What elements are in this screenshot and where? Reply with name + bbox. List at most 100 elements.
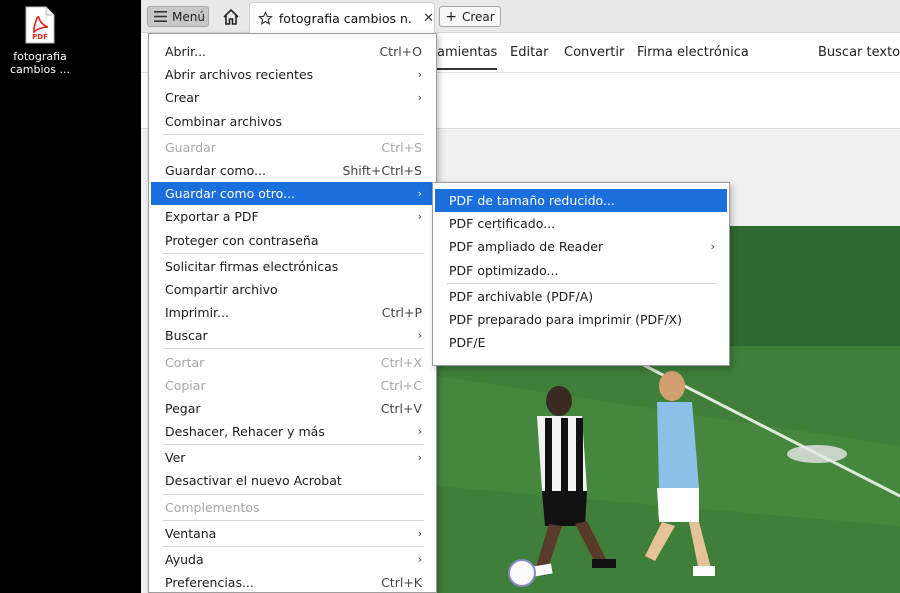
- menu-item-abrir-archivos-recientes[interactable]: Abrir archivos recientes ›: [149, 63, 436, 86]
- chevron-right-icon: ›: [417, 526, 422, 540]
- home-icon: [223, 8, 239, 25]
- menu-separator: [163, 348, 424, 350]
- menu-item-abrir[interactable]: Abrir... Ctrl+O: [149, 40, 436, 63]
- menu-item-label: Crear: [165, 90, 200, 106]
- pdf-badge: PDF: [32, 33, 48, 41]
- menu-item-exportar-a-pdf[interactable]: Exportar a PDF ›: [149, 205, 436, 228]
- create-button[interactable]: + Crear: [439, 6, 501, 27]
- menu-item-compartir-archivo[interactable]: Compartir archivo: [149, 278, 436, 301]
- create-button-label: Crear: [462, 9, 495, 24]
- menu-item-shortcut: Ctrl+S: [381, 139, 422, 155]
- menu-item-shortcut: Ctrl+P: [381, 305, 422, 321]
- menu-item-guardar-como-otro[interactable]: Guardar como otro... ›: [151, 182, 434, 206]
- menu-separator: [163, 444, 424, 446]
- menu-item-label: Pegar: [165, 400, 201, 416]
- menu-item-combinar-archivos[interactable]: Combinar archivos: [149, 110, 436, 133]
- menu-item-desactivar-el-nuevo-acrobat[interactable]: Desactivar el nuevo Acrobat: [149, 469, 436, 492]
- menu-item-label: Exportar a PDF: [165, 209, 259, 225]
- menu-item-shortcut: Ctrl+K: [381, 575, 422, 591]
- menu-item-crear[interactable]: Crear ›: [149, 86, 436, 109]
- hamburger-icon: [154, 11, 167, 22]
- menu-item-label: Compartir archivo: [165, 281, 278, 297]
- chevron-right-icon: ›: [417, 425, 422, 439]
- chevron-right-icon: ›: [417, 187, 422, 201]
- menu-item-label: Buscar: [165, 328, 208, 344]
- menu-item-label: PDF ampliado de Reader: [449, 239, 604, 255]
- menu-item-label: PDF optimizado...: [449, 262, 559, 278]
- toolbar-tab-convertir[interactable]: Convertir: [564, 45, 624, 60]
- menu-item-label: Ver: [165, 450, 186, 466]
- menu-separator: [163, 252, 424, 254]
- plus-icon: +: [445, 8, 457, 25]
- desktop-pdf-file[interactable]: PDF fotografia cambios ...: [8, 6, 72, 76]
- tab-bar: Menú fotografia cambios n... ✕ + Crear: [141, 0, 900, 33]
- menu-item-shortcut: Shift+Ctrl+S: [342, 163, 422, 179]
- chevron-right-icon: ›: [417, 553, 422, 567]
- menu-button[interactable]: Menú: [147, 6, 209, 27]
- menu-item-imprimir[interactable]: Imprimir... Ctrl+P: [149, 301, 436, 324]
- menu-item-label: Copiar: [165, 377, 206, 393]
- menu-item-shortcut: Ctrl+V: [380, 400, 422, 416]
- menu-item-pdf-archivable-pdf-a[interactable]: PDF archivable (PDF/A): [433, 285, 729, 308]
- menu-item-pdf-de-tamano-reducido[interactable]: PDF de tamaño reducido...: [435, 189, 727, 213]
- menu-item-complementos: Complementos: [149, 496, 436, 519]
- menu-item-ver[interactable]: Ver ›: [149, 446, 436, 469]
- menu-item-label: Cortar: [165, 354, 205, 370]
- menu-item-pdf-optimizado[interactable]: PDF optimizado...: [433, 259, 729, 282]
- desktop-file-label: fotografia cambios ...: [10, 50, 70, 76]
- menu-item-shortcut: Ctrl+O: [379, 44, 422, 60]
- star-icon[interactable]: [258, 10, 273, 26]
- menu-button-label: Menú: [172, 9, 205, 24]
- menu-item-cortar: Cortar Ctrl+X: [149, 350, 436, 373]
- main-menu: Abrir... Ctrl+O Abrir archivos recientes › C…: [148, 33, 437, 593]
- menu-item-label: Abrir...: [165, 44, 207, 60]
- toolbar-tab-editar[interactable]: Editar: [510, 45, 549, 60]
- menu-item-label: PDF archivable (PDF/A): [449, 288, 594, 304]
- menu-item-label: Desactivar el nuevo Acrobat: [165, 473, 342, 489]
- menu-item-deshacer-rehacer-y-mas[interactable]: Deshacer, Rehacer y más ›: [149, 420, 436, 443]
- chevron-right-icon: ›: [417, 329, 422, 343]
- menu-item-pdf-preparado-para-imprimir-pdf-x[interactable]: PDF preparado para imprimir (PDF/X): [433, 308, 729, 331]
- close-icon[interactable]: ✕: [423, 11, 434, 26]
- menu-item-label: Ayuda: [165, 552, 204, 568]
- home-button[interactable]: [221, 7, 241, 27]
- menu-item-pdf-certificado[interactable]: PDF certificado...: [433, 212, 729, 235]
- menu-item-guardar: Guardar Ctrl+S: [149, 136, 436, 159]
- toolbar-tab-firma[interactable]: Firma electrónica: [637, 45, 749, 60]
- document-tab[interactable]: fotografia cambios n... ✕: [249, 2, 435, 33]
- menu-item-label: Combinar archivos: [165, 113, 283, 129]
- menu-item-solicitar-firmas-electronicas[interactable]: Solicitar firmas electrónicas: [149, 255, 436, 278]
- menu-item-label: Deshacer, Rehacer y más: [165, 424, 325, 440]
- toolbar-tab-herramientas[interactable]: amientas: [437, 45, 498, 70]
- menu-item-ayuda[interactable]: Ayuda ›: [149, 548, 436, 571]
- chevron-right-icon: ›: [417, 68, 422, 82]
- menu-item-label: PDF certificado...: [449, 216, 556, 232]
- menu-item-label: Preferencias...: [165, 575, 254, 591]
- menu-item-pdf-ampliado-de-reader[interactable]: PDF ampliado de Reader ›: [433, 235, 729, 258]
- menu-separator: [163, 519, 424, 521]
- chevron-right-icon: ›: [417, 91, 422, 105]
- menu-item-pdf-e[interactable]: PDF/E: [433, 331, 729, 354]
- menu-item-guardar-como[interactable]: Guardar como... Shift+Ctrl+S: [149, 159, 436, 182]
- menu-item-label: Proteger con contraseña: [165, 232, 319, 248]
- menu-item-label: Guardar: [165, 139, 216, 155]
- menu-item-proteger-con-contrasena[interactable]: Proteger con contraseña: [149, 229, 436, 252]
- menu-item-preferencias[interactable]: Preferencias... Ctrl+K: [149, 571, 436, 593]
- menu-item-label: PDF/E: [449, 335, 486, 351]
- menu-item-shortcut: Ctrl+X: [380, 354, 422, 370]
- menu-item-label: Solicitar firmas electrónicas: [165, 258, 339, 274]
- menu-item-label: Guardar como otro...: [165, 186, 295, 202]
- menu-item-pegar[interactable]: Pegar Ctrl+V: [149, 397, 436, 420]
- menu-item-label: Ventana: [165, 525, 217, 541]
- menu-item-label: Imprimir...: [165, 305, 229, 321]
- menu-item-ventana[interactable]: Ventana ›: [149, 522, 436, 545]
- menu-item-label: PDF preparado para imprimir (PDF/X): [449, 312, 682, 328]
- menu-item-label: Complementos: [165, 499, 260, 515]
- chevron-right-icon: ›: [710, 240, 715, 254]
- menu-separator: [447, 282, 717, 284]
- menu-item-label: PDF de tamaño reducido...: [449, 193, 615, 209]
- search-text-field[interactable]: Buscar texto o: [818, 45, 900, 60]
- menu-item-buscar[interactable]: Buscar ›: [149, 324, 436, 347]
- menu-item-label: Guardar como...: [165, 163, 266, 179]
- pdf-file-icon: PDF: [24, 6, 56, 44]
